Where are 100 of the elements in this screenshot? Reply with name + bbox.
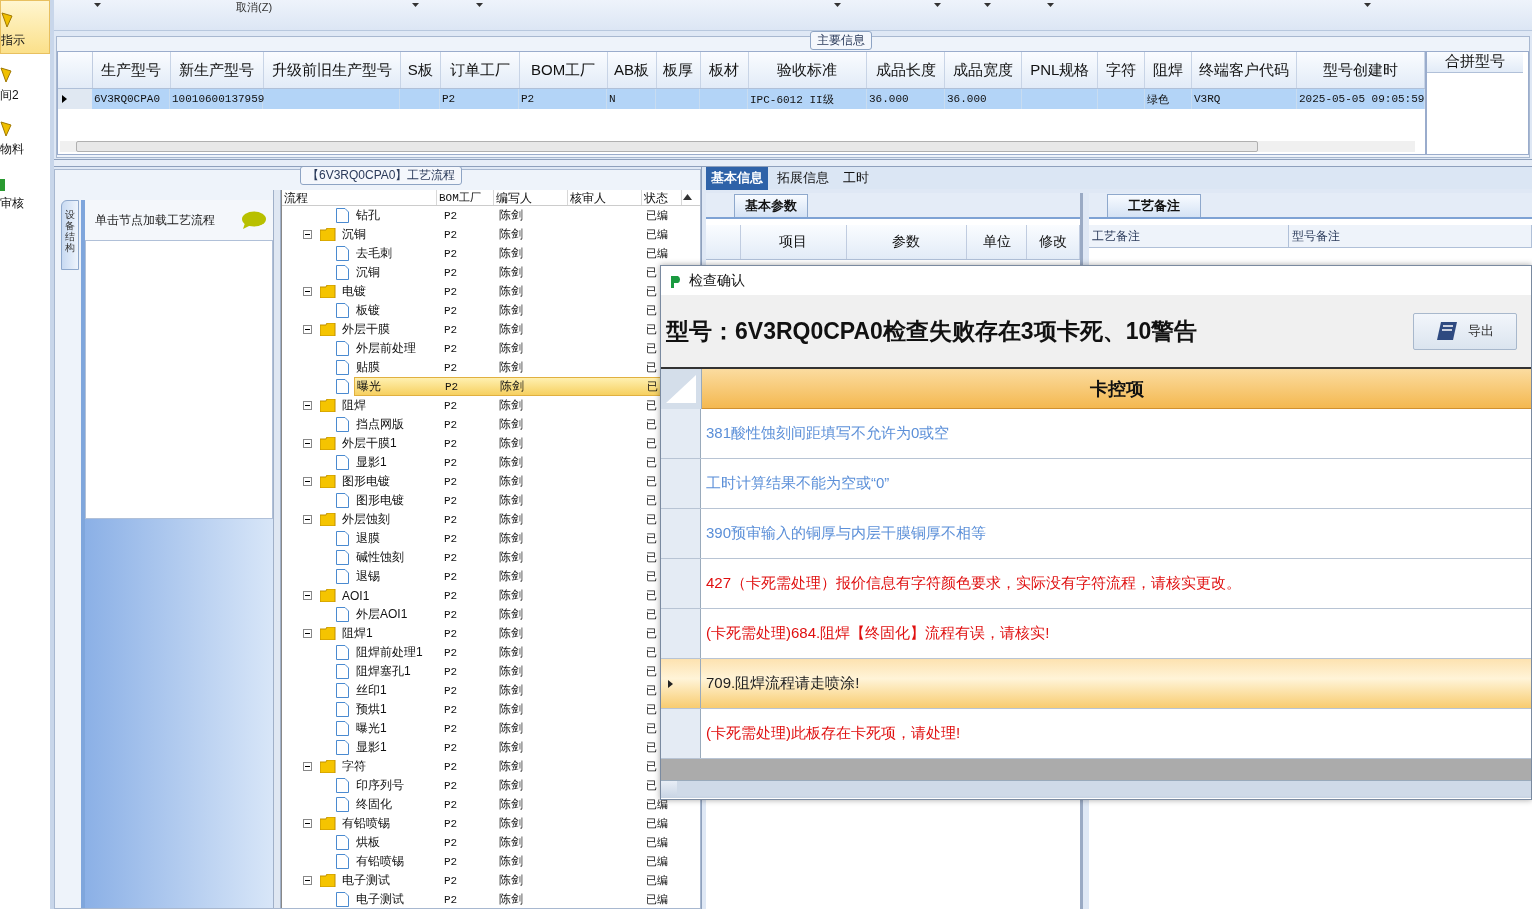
row-pointer-icon bbox=[58, 89, 92, 109]
column-header[interactable]: 工艺备注 bbox=[1089, 225, 1289, 247]
column-header[interactable]: 字符 bbox=[1098, 52, 1146, 88]
collapse-icon[interactable] bbox=[303, 629, 312, 638]
document-icon bbox=[336, 417, 349, 432]
document-icon bbox=[336, 265, 349, 280]
column-header[interactable]: 升级前旧生产型号 bbox=[263, 52, 401, 88]
collapse-icon[interactable] bbox=[303, 762, 312, 771]
tab[interactable]: 工艺备注 bbox=[1107, 194, 1201, 217]
folder-icon bbox=[320, 323, 336, 336]
column-header[interactable]: 核审人 bbox=[568, 190, 642, 205]
column-header[interactable]: 验收标准 bbox=[748, 52, 868, 88]
column-header[interactable]: 修改 bbox=[1027, 225, 1080, 259]
collapse-icon[interactable] bbox=[303, 477, 312, 486]
tab[interactable]: 基本参数 bbox=[734, 194, 808, 217]
hint-text: 单击节点加载工艺流程 bbox=[95, 211, 215, 229]
column-header[interactable]: 订单工厂 bbox=[440, 52, 520, 88]
caret-icon[interactable] bbox=[476, 3, 483, 7]
column-header[interactable]: 生产型号 bbox=[92, 52, 171, 88]
column-header[interactable]: 卡控项 bbox=[702, 369, 1531, 409]
nav-item[interactable]: 物料 bbox=[0, 108, 50, 162]
app-logo-icon bbox=[669, 273, 683, 288]
table-cell: 2025-05-05 09:05:59 bbox=[1299, 93, 1425, 105]
column-header[interactable]: BOM工厂 bbox=[519, 52, 608, 88]
column-header[interactable]: 阻焊 bbox=[1145, 52, 1193, 88]
table-cell: 10010600137959 bbox=[172, 93, 265, 105]
caret-icon[interactable] bbox=[834, 3, 841, 7]
table-cell: 427（卡死需处理）报价信息有字符颜色要求，实际没有字符流程，请核实更改。 bbox=[706, 574, 1242, 593]
document-icon bbox=[336, 360, 349, 375]
collapse-icon[interactable] bbox=[303, 876, 312, 885]
column-header[interactable]: 成品长度 bbox=[867, 52, 946, 88]
collapse-icon[interactable] bbox=[303, 439, 312, 448]
tree-row[interactable]: 烘板 P2 陈剑 已编 bbox=[354, 833, 686, 852]
column-header[interactable]: PNL规格 bbox=[1022, 52, 1099, 88]
column-header[interactable]: 板厚 bbox=[656, 52, 701, 88]
column-header[interactable]: 新生产型号 bbox=[170, 52, 264, 88]
column-header[interactable]: 项目 bbox=[740, 225, 847, 259]
table-cell-text: IPC-6012 II级 bbox=[750, 92, 834, 107]
column-header[interactable]: 型号创建时 bbox=[1297, 52, 1425, 88]
column-header[interactable]: 终端客户代码 bbox=[1192, 52, 1298, 88]
cancel-button[interactable]: 取消(Z) bbox=[236, 0, 273, 15]
document-icon bbox=[336, 303, 349, 318]
collapse-icon[interactable] bbox=[303, 325, 312, 334]
table-cell: 36.000 bbox=[869, 93, 909, 105]
tree-row[interactable]: 有铅喷锡 P2 陈剑 已编 bbox=[354, 852, 686, 871]
column-header[interactable]: 型号备注 bbox=[1289, 225, 1532, 247]
export-button[interactable]: 导出 bbox=[1413, 312, 1517, 350]
document-icon bbox=[336, 645, 349, 660]
tree-row[interactable]: 终固化 P2 陈剑 已编 bbox=[354, 795, 686, 814]
caret-icon[interactable] bbox=[94, 3, 101, 7]
nav-item[interactable]: 间2 bbox=[0, 54, 50, 108]
column-header[interactable]: 状态 bbox=[642, 190, 682, 205]
dialog-heading: 型号：6V3RQ0CPA0检查失败存在3项卡死、10警告 bbox=[666, 316, 1198, 346]
table-cell: P2 bbox=[521, 93, 535, 105]
collapse-icon[interactable] bbox=[303, 287, 312, 296]
column-header[interactable]: BOM工厂 bbox=[437, 190, 494, 205]
tab[interactable]: 基本信息 bbox=[706, 167, 768, 190]
collapse-icon[interactable] bbox=[303, 515, 312, 524]
tree-row[interactable]: 去毛刺 P2 陈剑 已编 bbox=[354, 244, 686, 263]
caret-icon[interactable] bbox=[412, 3, 419, 7]
column-header[interactable]: 单位 bbox=[966, 225, 1028, 259]
nav-item[interactable]: 指示 bbox=[0, 0, 50, 54]
caret-icon[interactable] bbox=[1047, 3, 1054, 7]
tab[interactable]: 拓展信息 bbox=[772, 167, 834, 190]
collapse-icon[interactable] bbox=[303, 230, 312, 239]
column-header[interactable]: 编写人 bbox=[494, 190, 568, 205]
caret-icon[interactable] bbox=[984, 3, 991, 7]
tree-row[interactable]: 电子测试 P2 陈剑 已编 bbox=[340, 871, 686, 890]
column-header[interactable]: AB板 bbox=[607, 52, 657, 88]
scroll-up-icon[interactable] bbox=[683, 194, 692, 200]
scrollbar[interactable] bbox=[60, 141, 1415, 152]
document-icon bbox=[336, 379, 349, 394]
row-pointer-icon bbox=[668, 679, 673, 688]
document-icon bbox=[336, 246, 349, 261]
tree-row[interactable]: 有铅喷锡 P2 陈剑 已编 bbox=[340, 814, 686, 833]
column-header[interactable]: 流程 bbox=[282, 190, 437, 205]
column-header[interactable]: 板材 bbox=[700, 52, 749, 88]
nav-item[interactable]: 审核 bbox=[0, 162, 50, 216]
table-cell: N bbox=[609, 93, 616, 105]
book-icon bbox=[1436, 321, 1458, 341]
tree-row[interactable]: 钻孔 P2 陈剑 已编 bbox=[354, 206, 686, 225]
tab[interactable]: 工时 bbox=[838, 167, 874, 190]
folder-icon bbox=[320, 475, 336, 488]
collapse-icon[interactable] bbox=[303, 591, 312, 600]
document-icon bbox=[336, 664, 349, 679]
collapse-icon[interactable] bbox=[303, 401, 312, 410]
column-header[interactable]: 参数 bbox=[846, 225, 967, 259]
collapse-icon[interactable] bbox=[303, 819, 312, 828]
side-tab[interactable]: 设备结构 bbox=[61, 200, 79, 270]
caret-icon[interactable] bbox=[934, 3, 941, 7]
document-icon bbox=[336, 740, 349, 755]
folder-icon bbox=[320, 285, 336, 298]
caret-icon[interactable] bbox=[1364, 3, 1371, 7]
column-header[interactable]: 成品宽度 bbox=[945, 52, 1023, 88]
folder-icon bbox=[320, 874, 336, 887]
tree-row[interactable]: 沉铜 P2 陈剑 已编 bbox=[340, 225, 686, 244]
column-header[interactable]: 合拼型号 bbox=[1427, 52, 1523, 73]
tree-row[interactable]: 电子测试 P2 陈剑 已编 bbox=[354, 890, 686, 909]
column-header[interactable]: S板 bbox=[400, 52, 441, 88]
scrollbar[interactable] bbox=[661, 780, 1531, 798]
